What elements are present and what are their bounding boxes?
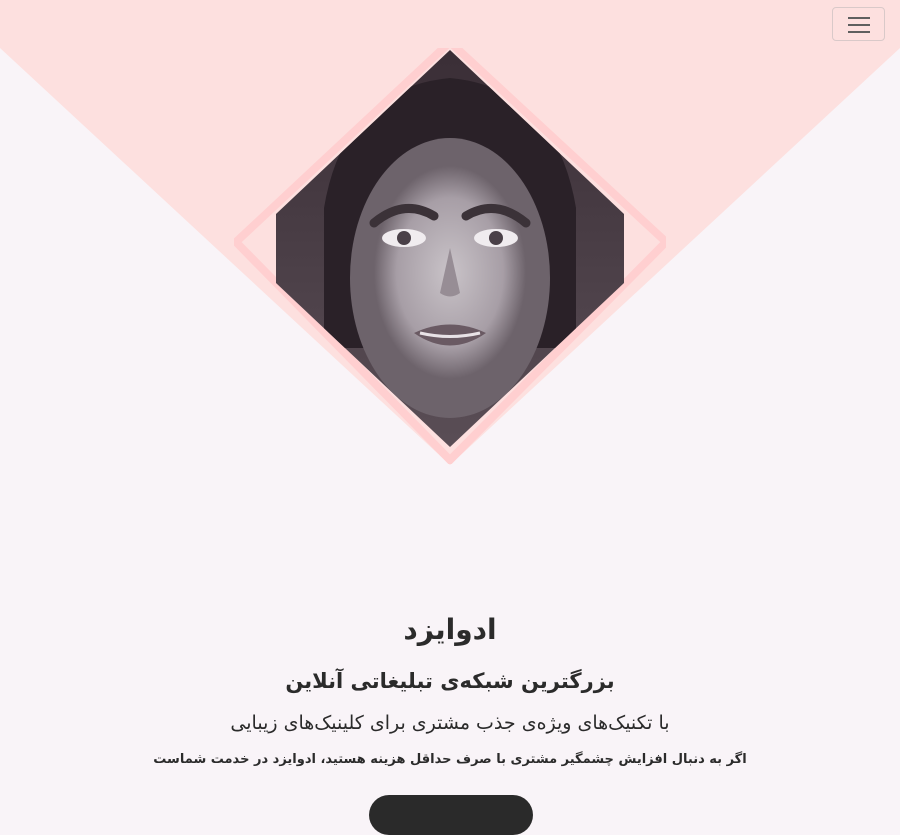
hero-subheadline: با تکنیک‌های ویژه‌ی جذب مشتری برای کلینی… [230, 712, 670, 734]
hamburger-icon-bar [848, 31, 870, 33]
portrait-photo [276, 50, 624, 447]
hero-headline: بزرگترین شبکه‌ی تبلیغاتی آنلاین [285, 669, 615, 693]
brand-title: ادوایزد [403, 613, 497, 646]
hero-description: اگر به دنبال افزایش چشمگیر مشتری با صرف … [153, 752, 747, 767]
hero-text-section: ادوایزد بزرگترین شبکه‌ی تبلیغاتی آنلاین … [0, 600, 900, 774]
hamburger-icon-bar [848, 24, 870, 26]
hero-portrait-image [234, 48, 666, 464]
hamburger-icon-bar [848, 17, 870, 19]
cta-button[interactable] [369, 795, 533, 835]
menu-toggle-button[interactable] [832, 7, 885, 41]
